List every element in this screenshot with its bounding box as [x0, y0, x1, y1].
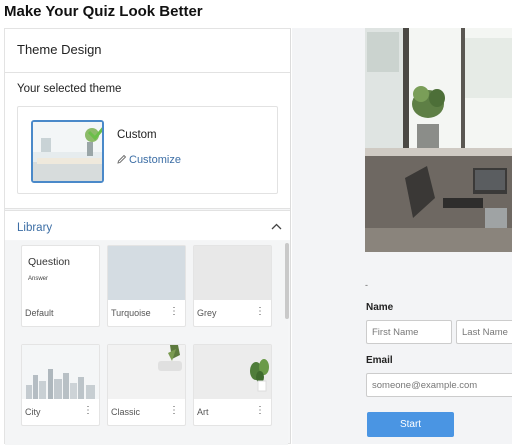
theme-thumbnail: [194, 246, 271, 300]
selected-theme-name: Custom: [117, 129, 157, 141]
theme-thumbnail: [22, 345, 99, 399]
theme-design-panel: Theme Design Your selected theme Custom …: [4, 28, 291, 445]
theme-card-turquoise[interactable]: Turquoise ⋮: [107, 245, 186, 327]
email-label: Email: [366, 355, 393, 366]
more-options-icon[interactable]: ⋮: [83, 406, 93, 416]
theme-label: Turquoise: [111, 308, 151, 318]
customize-link[interactable]: Customize: [117, 154, 181, 166]
form-divider-text: -: [365, 280, 368, 290]
theme-label: Default: [25, 308, 54, 318]
selected-theme-card[interactable]: Custom Customize: [17, 106, 278, 194]
customize-label: Customize: [129, 154, 181, 166]
panel-header: Theme Design: [5, 29, 290, 73]
more-options-icon[interactable]: ⋮: [169, 307, 179, 317]
last-name-input[interactable]: Last Name: [456, 320, 512, 344]
more-options-icon[interactable]: ⋮: [169, 406, 179, 416]
theme-thumbnail: [108, 345, 185, 399]
preview-background-image: [365, 28, 512, 252]
theme-thumbnail: [194, 345, 271, 399]
selected-theme-thumbnail: [31, 120, 104, 183]
theme-thumbnail: Question Answer: [22, 246, 99, 300]
theme-card-default[interactable]: Question Answer Default: [21, 245, 100, 327]
page-title: Make Your Quiz Look Better: [4, 3, 203, 20]
library-section-header[interactable]: Library: [5, 210, 290, 240]
name-label: Name: [366, 302, 394, 313]
more-options-icon[interactable]: ⋮: [255, 406, 265, 416]
start-button[interactable]: Start: [367, 412, 454, 437]
theme-card-art[interactable]: Art ⋮: [193, 344, 272, 426]
preview-question-title: Question: [28, 256, 71, 268]
library-scrollbar[interactable]: [285, 243, 289, 319]
selected-theme-label: Your selected theme: [17, 83, 122, 95]
quiz-form: - Name First Name Last Name Email someon…: [365, 252, 512, 444]
chevron-up-icon[interactable]: [271, 223, 282, 230]
theme-label: City: [25, 407, 41, 417]
theme-library-grid: Question Answer Default Turquoise ⋮ Grey…: [5, 241, 288, 445]
theme-card-city[interactable]: City ⋮: [21, 344, 100, 426]
theme-label: Classic: [111, 407, 141, 417]
theme-thumbnail: [108, 246, 185, 300]
theme-label: Art: [197, 407, 209, 417]
theme-card-classic[interactable]: Classic ⋮: [107, 344, 186, 426]
library-label: Library: [17, 222, 53, 234]
theme-card-grey[interactable]: Grey ⋮: [193, 245, 272, 327]
theme-label: Grey: [197, 308, 217, 318]
first-name-input[interactable]: First Name: [366, 320, 452, 344]
pencil-icon: [117, 154, 127, 164]
quiz-preview: - Name First Name Last Name Email someon…: [292, 28, 512, 444]
preview-answer: Answer: [28, 276, 49, 282]
more-options-icon[interactable]: ⋮: [255, 307, 265, 317]
email-input[interactable]: someone@example.com: [366, 373, 512, 397]
